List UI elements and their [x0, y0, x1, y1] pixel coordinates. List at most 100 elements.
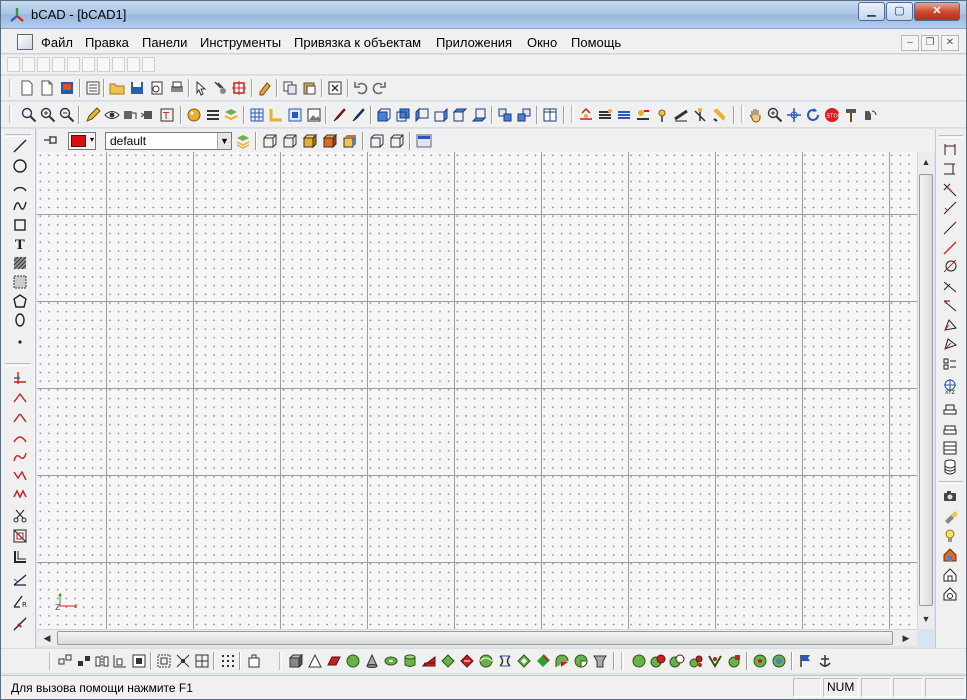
empty-slot[interactable]: [97, 57, 110, 72]
slice-icon[interactable]: [573, 653, 589, 669]
copy-icon[interactable]: [282, 80, 298, 96]
select-arrow-icon[interactable]: [193, 80, 209, 96]
boolean1-icon[interactable]: [752, 653, 768, 669]
union-icon[interactable]: [631, 653, 647, 669]
camera-rotate-icon[interactable]: [862, 107, 878, 123]
dim-aligned2-icon[interactable]: [942, 220, 958, 236]
horizontal-scroll-thumb[interactable]: [57, 631, 893, 645]
dim-radius-icon[interactable]: [942, 317, 958, 333]
toolbar-grip[interactable]: [49, 652, 52, 670]
curve-icon[interactable]: [12, 430, 28, 446]
section-icon[interactable]: [592, 653, 608, 669]
redo-icon[interactable]: [371, 80, 387, 96]
cube-shaded-icon[interactable]: [302, 133, 318, 149]
sun-icon[interactable]: [654, 107, 670, 123]
bulb-icon[interactable]: [942, 528, 958, 544]
ellipse-icon[interactable]: [12, 312, 28, 328]
chamfer-icon[interactable]: [12, 390, 28, 406]
cube-color-icon[interactable]: [322, 133, 338, 149]
align-icon[interactable]: [112, 653, 128, 669]
menu-help[interactable]: Помощь: [571, 35, 621, 50]
layer-select[interactable]: default ▼: [105, 132, 232, 150]
empty-slot[interactable]: [7, 57, 20, 72]
extrude-icon[interactable]: [440, 653, 456, 669]
stack-icon[interactable]: [223, 107, 239, 123]
lamp-icon[interactable]: [578, 107, 594, 123]
material-icon[interactable]: [673, 107, 689, 123]
color-picker[interactable]: ▾: [68, 132, 96, 150]
line-icon[interactable]: [12, 138, 28, 154]
stop-icon[interactable]: STOP: [824, 107, 840, 123]
sphere-icon[interactable]: [345, 653, 361, 669]
ucs-bottom-icon[interactable]: [57, 653, 73, 669]
insert-icon[interactable]: [246, 653, 262, 669]
fillet-icon[interactable]: [12, 410, 28, 426]
template-icon[interactable]: [59, 80, 75, 96]
block-icon[interactable]: [131, 653, 147, 669]
view-iso2-icon[interactable]: [516, 107, 532, 123]
zoom-window-icon[interactable]: [21, 107, 37, 123]
print-icon[interactable]: [169, 80, 185, 96]
menu-tools[interactable]: Инструменты: [200, 35, 281, 50]
polygon-icon[interactable]: [12, 293, 28, 309]
bezier-icon[interactable]: [12, 449, 28, 465]
view-left-icon[interactable]: [414, 107, 430, 123]
boolean-mixed-icon[interactable]: [707, 653, 723, 669]
cone-icon[interactable]: [364, 653, 380, 669]
flag-icon[interactable]: [798, 653, 814, 669]
menu-edit[interactable]: Правка: [85, 35, 129, 50]
loft-icon[interactable]: [497, 653, 513, 669]
house2-icon[interactable]: [942, 567, 958, 583]
view-right-icon[interactable]: [433, 107, 449, 123]
eye-icon[interactable]: [104, 107, 120, 123]
hide-icon[interactable]: [122, 107, 138, 123]
toolbar-grip[interactable]: [5, 363, 31, 366]
revolve-icon[interactable]: [459, 653, 475, 669]
stripe-icon[interactable]: [692, 107, 708, 123]
view-back-icon[interactable]: [395, 107, 411, 123]
hammer-icon[interactable]: [843, 107, 859, 123]
shell-icon[interactable]: [516, 653, 532, 669]
list-icon[interactable]: [85, 80, 101, 96]
mirror-icon[interactable]: [94, 653, 110, 669]
empty-slot[interactable]: [112, 57, 125, 72]
size-grip[interactable]: [925, 678, 965, 697]
scroll-up-icon[interactable]: ▲: [919, 155, 933, 169]
undo-icon[interactable]: [353, 80, 369, 96]
cube-wire-icon[interactable]: [262, 133, 278, 149]
paint-icon[interactable]: [350, 107, 366, 123]
toolbar-grip[interactable]: [9, 105, 12, 123]
toolbar-grip[interactable]: [939, 135, 963, 138]
mdi-minimize-button[interactable]: –: [901, 35, 919, 51]
angle-r-icon[interactable]: R: [12, 593, 28, 609]
array-icon[interactable]: [76, 653, 92, 669]
fillet3d-icon[interactable]: [535, 653, 551, 669]
open-folder-icon[interactable]: [109, 80, 125, 96]
minimize-button[interactable]: ▁: [858, 2, 885, 21]
zigzag-icon[interactable]: [12, 487, 28, 503]
image-icon[interactable]: [306, 107, 322, 123]
scroll-left-icon[interactable]: ◀: [40, 631, 54, 645]
paste-icon[interactable]: [301, 80, 317, 96]
wave-icon[interactable]: [12, 468, 28, 484]
render-icon[interactable]: [186, 107, 202, 123]
boolean2-icon[interactable]: [771, 653, 787, 669]
house3-icon[interactable]: [942, 586, 958, 602]
mdi-close-button[interactable]: ✕: [941, 35, 959, 51]
snap-icon[interactable]: [268, 107, 284, 123]
zoom-in-icon[interactable]: [40, 107, 56, 123]
break-icon[interactable]: [12, 616, 28, 632]
circle-icon[interactable]: [12, 158, 28, 174]
toolbar-grip[interactable]: [741, 105, 744, 123]
toolbar-grip[interactable]: [571, 105, 574, 123]
database-icon[interactable]: [942, 459, 958, 475]
menu-object-snap[interactable]: Привязка к объектам: [294, 35, 421, 50]
intersect-icon[interactable]: [669, 653, 685, 669]
document-icon[interactable]: [17, 34, 33, 50]
stack3-icon[interactable]: [942, 440, 958, 456]
toolbar-grip[interactable]: [5, 134, 31, 137]
move-view-icon[interactable]: [786, 107, 802, 123]
grid-dots-icon[interactable]: [220, 653, 236, 669]
dim-angle-icon[interactable]: [942, 181, 958, 197]
dim-aligned-icon[interactable]: [942, 200, 958, 216]
